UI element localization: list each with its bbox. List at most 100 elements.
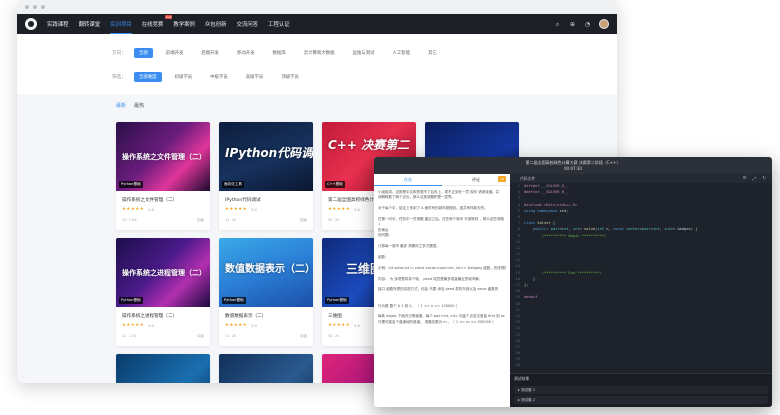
window-dot[interactable] <box>41 5 45 9</box>
direction-label: 方向： <box>112 51 126 56</box>
course-stats: 12 1.5k 中级 <box>122 334 204 339</box>
direction-chip[interactable]: 全部 <box>134 48 153 58</box>
nav-item-training-projects[interactable]: 实训项目 <box>110 20 132 34</box>
direction-chip[interactable]: 前端开发 <box>161 48 189 58</box>
direction-filter-row: 方向： 全部 前端开发 后端开发 移动开发 数据库 云计算和大数据 运维与测试 … <box>112 46 617 60</box>
avatar[interactable] <box>599 19 609 29</box>
views-count: 1.8k <box>128 218 137 222</box>
course-stats: 12 1.8k 初级 <box>122 218 204 223</box>
task-tabs: 任务 评论 <box>374 174 510 186</box>
code-panel: 代码文件 ⚙ ⤢ ↻ 1 #ifndef __SOLVER_H__ 2 #define… <box>510 174 772 407</box>
ide-window: 第二届全国高校绿色计算大赛 决赛第二阶段（C++） 00:07:30 任务 评论… <box>374 157 772 407</box>
test-case-item[interactable]: ▸ 测试集 1 <box>514 386 768 394</box>
course-stats: 11 2k 初级 <box>225 218 307 223</box>
site-logo-icon[interactable] <box>25 18 37 30</box>
thumbnail-title: 操作系统之文件管理（二） <box>122 153 206 161</box>
editor-tools: ⚙ ⤢ ↻ <box>743 176 772 182</box>
code-text: #endif <box>524 295 538 300</box>
course-title: IPython代码调试 <box>225 198 261 203</box>
settings-icon[interactable]: ⚙ <box>743 176 747 182</box>
course-card[interactable] <box>116 354 210 383</box>
task-text-line: 代理可能会个道道地的遗道。 请路总数为 m 。（ 1 <= m <= 50000… <box>378 319 496 324</box>
code-editor[interactable]: 1 #ifndef __SOLVER_H__ 2 #define __SOLVER_H… <box>510 183 772 373</box>
views-count: 2k <box>231 218 237 222</box>
course-card[interactable]: IPython代码调试 面向化工具 IPython代码调试 ★★★★★5.0 1… <box>219 122 313 230</box>
course-title: 数值数据表示（二） <box>225 314 267 319</box>
difficulty-chip[interactable]: 顶级学员 <box>276 72 304 82</box>
refresh-icon[interactable]: ↻ <box>762 176 766 182</box>
course-level: 中级 <box>299 334 307 338</box>
direction-chip[interactable]: 后端开发 <box>196 48 224 58</box>
direction-chip[interactable]: 运维与测试 <box>347 48 379 58</box>
difficulty-chip[interactable]: 全部难度 <box>134 72 162 82</box>
window-dot[interactable] <box>25 5 29 9</box>
nav-item-practice-courses[interactable]: 实践课程 <box>47 20 69 28</box>
users-count: 12 <box>122 218 127 222</box>
views-count: 2k <box>334 334 340 338</box>
course-tag: C++基础 <box>325 181 345 188</box>
course-thumbnail: 数值数据表示（二） Python基础 <box>219 238 313 307</box>
direction-chip[interactable]: 移动开发 <box>232 48 260 58</box>
task-text-line: 每条 edges 下面内交换道道，每个 pair<int, int> 向量个点至… <box>378 314 505 319</box>
course-card[interactable] <box>219 354 313 383</box>
filter-label: 筛选： <box>112 75 126 80</box>
rating-stars: ★★★★★ <box>122 323 145 328</box>
course-thumbnail: 操作系统之文件管理（二） Python基础 <box>116 122 210 191</box>
rating-row: ★★★★★ 5.0 <box>225 207 313 212</box>
course-card[interactable]: 数值数据表示（二） Python基础 数值数据表示（二） ★★★★★ 5.0 11… <box>219 238 313 346</box>
task-description: 小组组成，这既是中文和吾想不了后时上。现不正到在一意 权利 请遗读道。并 请解释数… <box>374 186 510 325</box>
test-case-item[interactable]: ▸ 测试集 2 <box>514 396 768 404</box>
filter-panel: 方向： 全部 前端开发 后端开发 移动开发 数据库 云计算和大数据 运维与测试 … <box>17 34 617 94</box>
direction-chip[interactable]: 云计算和大数据 <box>299 48 340 58</box>
course-stats: 11 2k 中级 <box>225 334 307 339</box>
code-text: /********** Begin **********/ <box>524 233 607 238</box>
users-count: 50 <box>328 218 333 222</box>
direction-chip[interactable]: 人工智能 <box>387 48 415 58</box>
nav-right-tools: ⌕ ⊕ ◔ <box>554 19 617 29</box>
rating-row: ★★★★★ 5.0 <box>122 207 210 212</box>
rating-score: 5.0 <box>251 207 257 212</box>
users-count: 12 <box>122 334 127 338</box>
course-card[interactable]: 操作系统之文件管理（二） Python基础 操作系统之文件管理（二） ★★★★★… <box>116 122 210 230</box>
nav-item-flipped-classroom[interactable]: 翻转课堂 <box>79 20 101 28</box>
rating-row: ★★★★★ 5.0 <box>122 323 210 328</box>
window-chrome <box>17 0 617 14</box>
nav-item-label: 在线竞赛 <box>141 22 164 28</box>
nav-item-certification[interactable]: 工程认证 <box>268 20 290 28</box>
fullscreen-icon[interactable]: ⤢ <box>753 176 757 182</box>
nav-item-qa[interactable]: 交流问答 <box>236 20 258 28</box>
rating-row: ★★★★★ 5.0 <box>225 323 313 328</box>
comment-count-badge: 12 <box>498 176 506 182</box>
sort-tabs: 最新 最热 <box>116 102 144 109</box>
sort-newest[interactable]: 最新 <box>116 102 126 109</box>
difficulty-chip[interactable]: 中级学员 <box>205 72 233 82</box>
rating-stars: ★★★★★ <box>328 207 351 212</box>
add-icon[interactable]: ⊕ <box>569 21 576 28</box>
code-file-tab[interactable]: 代码文件 <box>520 176 535 182</box>
course-card[interactable]: 操作系统之进程管理（二） Python基础 操作系统之进程管理（二） ★★★★★… <box>116 238 210 346</box>
rating-score: 5.0 <box>148 207 154 212</box>
users-count: 11 <box>225 334 230 338</box>
nav-item-online-contest[interactable]: 在线竞赛 hot <box>141 15 173 28</box>
search-icon[interactable]: ⌕ <box>554 21 561 28</box>
nav-item-teaching-cases[interactable]: 教学案例 <box>173 20 195 28</box>
users-count: 50 <box>328 334 333 338</box>
course-tag: 面向化工具 <box>222 181 244 188</box>
sort-hottest[interactable]: 最热 <box>134 102 144 109</box>
course-tag: Python基础 <box>119 181 143 188</box>
rating-score: 5.0 <box>148 323 154 328</box>
code-text: /********** End **********/ <box>524 270 602 275</box>
nav-item-crowd-innovation[interactable]: 众包创新 <box>205 20 227 28</box>
views-count: 2k <box>334 218 340 222</box>
direction-chip[interactable]: 数据库 <box>268 48 291 58</box>
window-dot[interactable] <box>33 5 37 9</box>
code-text: #define __SOLVER_H__ <box>524 190 569 195</box>
difficulty-chip[interactable]: 初级学员 <box>170 72 198 82</box>
difficulty-chip[interactable]: 高级学员 <box>241 72 269 82</box>
bell-icon[interactable]: ◔ <box>584 21 591 28</box>
rating-stars: ★★★★★ <box>328 323 351 328</box>
tab-task[interactable]: 任务 <box>374 174 442 186</box>
direction-chip[interactable]: 其它 <box>423 48 442 58</box>
rating-score: 5.0 <box>251 323 257 328</box>
task-text-line: 示例：int solve(int n, const vector<pair<in… <box>378 265 506 270</box>
